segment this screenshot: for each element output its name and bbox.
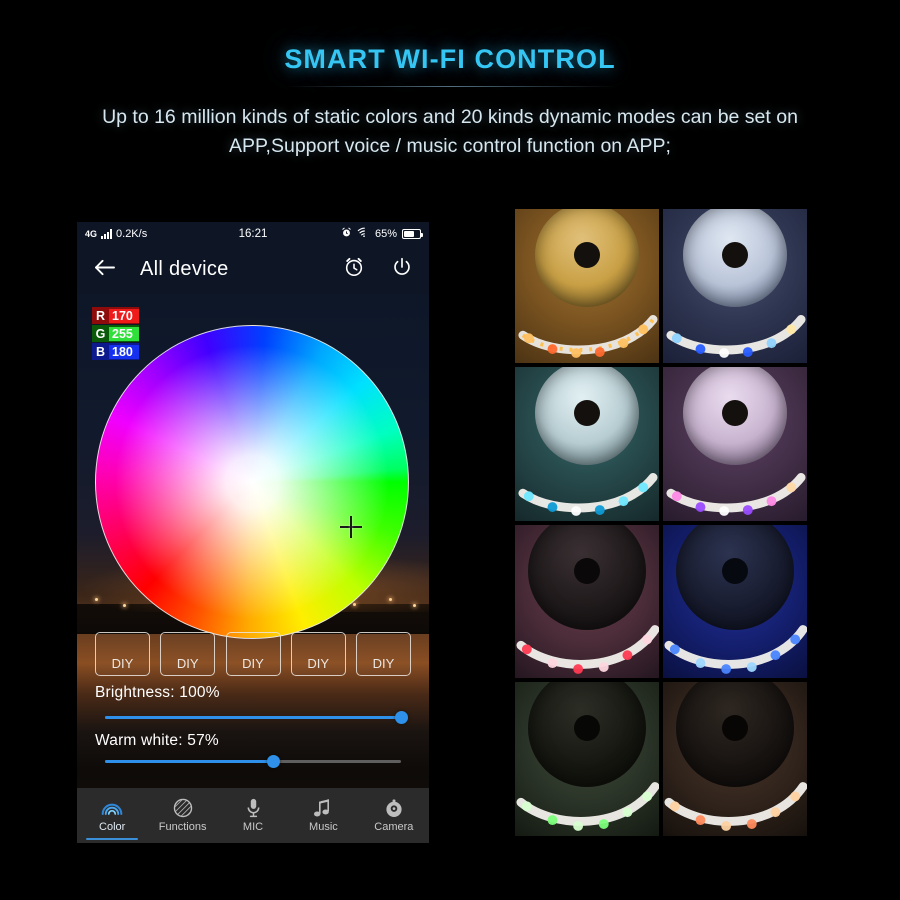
- status-bar-right: 65%: [341, 227, 423, 241]
- rgb-row-blue: B 180: [92, 343, 139, 360]
- arrow-left-icon[interactable]: [93, 258, 116, 282]
- warm-white-slider[interactable]: [105, 754, 401, 768]
- tab-functions[interactable]: Functions: [147, 788, 217, 843]
- led-strip-curve: [666, 315, 806, 358]
- tab-color-label: Color: [99, 821, 126, 833]
- rgb-blue-key: B: [95, 344, 106, 359]
- brightness-slider-knob[interactable]: [394, 710, 408, 724]
- diy-preset-4[interactable]: DIY: [290, 632, 346, 676]
- rgb-green-value: 255: [109, 326, 139, 341]
- brightness-slider[interactable]: [105, 710, 408, 724]
- gallery-cell-warm-multicolor: [663, 682, 807, 836]
- preset-row: DIY DIY DIY DIY DIY: [95, 632, 411, 676]
- title-divider: [286, 86, 616, 87]
- battery-percent-label: 65%: [374, 227, 397, 240]
- page-subtitle: Up to 16 million kinds of static colors …: [102, 106, 798, 157]
- rgb-row-red: R 170: [92, 307, 139, 324]
- bottom-navigation: Color Functions MIC Music Camera: [77, 788, 429, 843]
- led-strip-curve: [516, 782, 659, 832]
- hatched-circle-icon: [172, 798, 194, 818]
- gallery-cell-magenta-violet: [663, 366, 807, 521]
- rgb-readout: R 170 G 255 B 180: [92, 307, 139, 361]
- gallery-cell-red-pink: [515, 524, 659, 679]
- rgb-red-value: 170: [109, 308, 139, 323]
- app-bar-title: All device: [140, 258, 229, 280]
- led-strip-curve: [664, 782, 807, 832]
- warm-white-slider-fill: [105, 760, 274, 763]
- brightness-slider-fill: [105, 716, 401, 719]
- warm-white-slider-knob[interactable]: [267, 754, 281, 768]
- microphone-icon: [242, 798, 264, 818]
- wifi-icon: [357, 227, 370, 241]
- diy-preset-3[interactable]: DIY: [225, 632, 281, 676]
- diy-preset-5[interactable]: DIY: [356, 632, 411, 676]
- battery-icon: [402, 228, 423, 239]
- app-bar-actions: [343, 256, 413, 283]
- led-strip-gallery: [515, 209, 807, 836]
- tab-camera-label: Camera: [374, 821, 414, 833]
- page-title: SMART WI-FI CONTROL: [284, 44, 616, 74]
- rgb-blue-value: 180: [109, 344, 139, 359]
- led-strip-curve: [664, 624, 807, 674]
- tab-music[interactable]: Music: [288, 788, 358, 843]
- gallery-cell-cyan-teal: [515, 366, 659, 521]
- rgb-row-green: G 255: [92, 325, 139, 342]
- gallery-cell-warm-amber: [515, 209, 659, 363]
- rainbow-icon: [101, 798, 123, 818]
- rgb-red-key: R: [95, 308, 106, 323]
- music-note-icon: [312, 798, 334, 818]
- crosshair-icon[interactable]: [340, 516, 362, 538]
- color-wheel[interactable]: [95, 325, 409, 639]
- gallery-cell-deep-blue: [663, 524, 807, 679]
- tab-functions-label: Functions: [158, 821, 207, 833]
- rgb-green-key: G: [95, 326, 106, 341]
- status-bar: 4G 0.2K/s 16:21 65%: [77, 222, 429, 245]
- phone-screenshot: 4G 0.2K/s 16:21 65% All device R 170 G 2…: [77, 222, 429, 843]
- gallery-cell-white-green: [515, 682, 659, 836]
- tab-camera[interactable]: Camera: [359, 788, 429, 843]
- promo-page: SMART WI-FI CONTROL Up to 16 million kin…: [0, 0, 900, 900]
- tab-mic[interactable]: MIC: [218, 788, 288, 843]
- alarm-timer-icon[interactable]: [343, 256, 365, 283]
- led-strip-curve: [516, 624, 659, 674]
- diy-preset-2[interactable]: DIY: [160, 632, 216, 676]
- camera-icon: [383, 798, 405, 818]
- power-icon[interactable]: [391, 256, 413, 283]
- gallery-cell-blue-white: [663, 209, 807, 363]
- led-strip-curve: [666, 472, 806, 516]
- app-bar: All device: [77, 245, 429, 294]
- tab-mic-label: MIC: [242, 821, 264, 833]
- led-strip-curve: [518, 472, 658, 516]
- tab-color[interactable]: Color: [77, 788, 147, 843]
- brightness-label: Brightness: 100%: [95, 684, 220, 701]
- led-strip-curve: [518, 315, 658, 358]
- tab-music-label: Music: [309, 821, 338, 833]
- warm-white-label: Warm white: 57%: [95, 732, 219, 749]
- diy-preset-1[interactable]: DIY: [95, 632, 150, 676]
- alarm-clock-icon: [341, 227, 352, 241]
